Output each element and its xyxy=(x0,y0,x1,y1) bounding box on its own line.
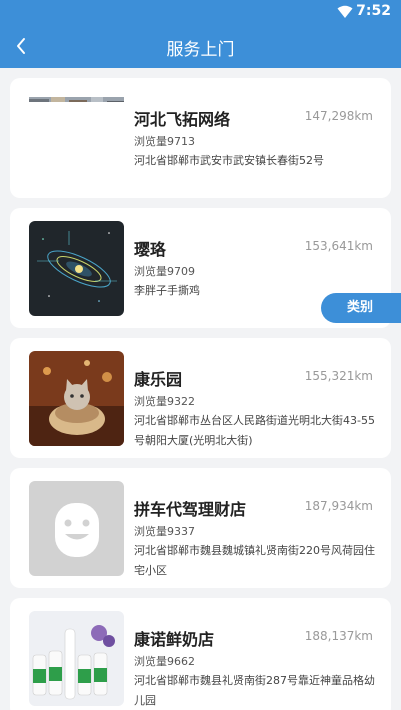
photo-strip xyxy=(29,97,124,102)
service-name: 河北飞拓网络 xyxy=(134,110,231,129)
service-list: 河北飞拓网络 147,298km 浏览量9713 河北省邯郸市武安市武安镇长春街… xyxy=(0,68,401,710)
kitten-image xyxy=(29,351,124,446)
kitten-thumbnail xyxy=(29,351,124,446)
service-views: 浏览量9337 xyxy=(134,525,195,538)
galaxy-thumbnail xyxy=(29,221,124,316)
nav-bar: 服务上门 xyxy=(0,24,401,68)
service-distance: 188,137km xyxy=(304,629,373,643)
galaxy-image xyxy=(29,221,124,316)
service-card[interactable]: 拼车代驾理财店 187,934km 浏览量9337 河北省邯郸市魏县魏城镇礼贤南… xyxy=(10,468,391,588)
service-address: 河北省邯郸市魏县魏城镇礼贤南街220号风荷园住宅小区 xyxy=(134,544,375,577)
status-bar: 7:52 xyxy=(0,0,401,24)
status-time: 7:52 xyxy=(356,3,391,19)
service-views: 浏览量9713 xyxy=(134,135,195,148)
category-button[interactable]: 类别 xyxy=(321,293,401,323)
service-distance: 147,298km xyxy=(304,109,373,123)
service-address: 河北省邯郸市武安市武安镇长春街52号 xyxy=(134,154,324,167)
service-distance: 153,641km xyxy=(304,239,373,253)
service-name: 康乐园 xyxy=(134,370,183,389)
service-address: 河北省邯郸市魏县礼贤南街287号靠近神童品格幼儿园 xyxy=(134,674,375,707)
placeholder-face-icon xyxy=(55,503,99,557)
page-title: 服务上门 xyxy=(166,40,235,60)
service-distance: 155,321km xyxy=(304,369,373,383)
placeholder-face-thumbnail xyxy=(29,481,124,576)
service-name: 璎珞 xyxy=(134,240,167,259)
service-address: 河北省邯郸市丛台区人民路街道光明北大街43-55号朝阳大厦(光明北大街) xyxy=(134,414,375,447)
milk-bottles-thumbnail xyxy=(29,611,124,706)
service-card[interactable]: 康诺鲜奶店 188,137km 浏览量9662 河北省邯郸市魏县礼贤南街287号… xyxy=(10,598,391,710)
service-card[interactable]: 康乐园 155,321km 浏览量9322 河北省邯郸市丛台区人民路街道光明北大… xyxy=(10,338,391,458)
service-name: 康诺鲜奶店 xyxy=(134,630,215,649)
service-views: 浏览量9322 xyxy=(134,395,195,408)
service-views: 浏览量9662 xyxy=(134,655,195,668)
wifi-icon xyxy=(337,5,353,18)
photo-thumbnail xyxy=(29,92,124,102)
service-distance: 187,934km xyxy=(304,499,373,513)
service-name: 拼车代驾理财店 xyxy=(134,500,247,519)
service-views: 浏览量9709 xyxy=(134,265,195,278)
service-card[interactable]: 河北飞拓网络 147,298km 浏览量9713 河北省邯郸市武安市武安镇长春街… xyxy=(10,78,391,198)
milk-bottles-image xyxy=(29,611,124,706)
